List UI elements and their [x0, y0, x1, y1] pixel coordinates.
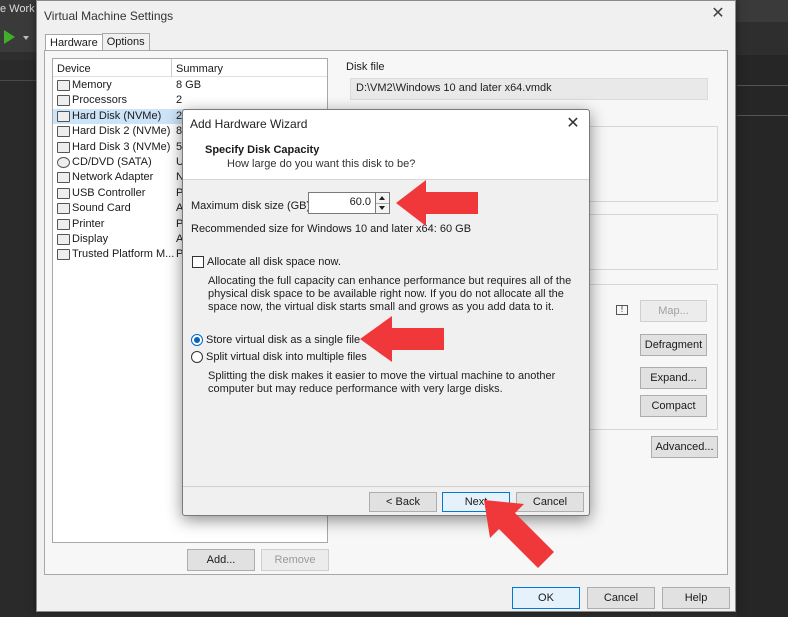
arrow-annotation-disk-size [396, 180, 478, 226]
usb-icon [57, 187, 70, 199]
summary-column-header[interactable]: Summary [176, 63, 223, 75]
allocate-all-checkbox[interactable] [192, 256, 204, 268]
multiple-files-radio[interactable] [191, 351, 203, 363]
back-button[interactable]: < Back [369, 492, 437, 512]
disk-file-label: Disk file [346, 61, 385, 73]
network-icon [57, 172, 70, 184]
hard-disk-icon [57, 110, 70, 122]
device-name: Network Adapter [72, 171, 154, 184]
device-name: Printer [72, 217, 105, 230]
background-left-panel [0, 60, 36, 617]
device-name: Hard Disk 2 (NVMe) [72, 125, 171, 138]
background-right-panel [737, 55, 788, 617]
compact-button[interactable]: Compact [640, 395, 707, 417]
background-app-title: e Work [0, 3, 35, 15]
close-icon[interactable]: ✕ [565, 113, 581, 133]
device-summary: 8 GB [176, 79, 202, 91]
device-name: Memory [72, 79, 112, 91]
single-file-label[interactable]: Store virtual disk as a single file [206, 334, 360, 346]
memory-icon [57, 80, 70, 91]
device-column-header[interactable]: Device [57, 63, 91, 75]
window-title: Virtual Machine Settings [44, 9, 174, 23]
cd-icon [57, 157, 70, 168]
speaker-icon [57, 203, 70, 215]
wizard-title: Add Hardware Wizard [190, 117, 308, 131]
wizard-divider [183, 486, 589, 487]
disk-size-spinner[interactable] [376, 192, 390, 214]
tab-bar: Hardware Options [45, 33, 150, 52]
device-name: Hard Disk (NVMe) [72, 109, 162, 122]
device-name: Display [72, 233, 109, 245]
hard-disk-icon [57, 141, 70, 153]
device-name: USB Controller [72, 186, 146, 199]
max-disk-size-input[interactable]: 60.0 [308, 192, 376, 214]
device-row-memory[interactable]: Memory 8 GB [53, 78, 327, 93]
advanced-button[interactable]: Advanced... [651, 436, 718, 458]
monitor-icon [57, 234, 70, 245]
expand-button[interactable]: Expand... [640, 367, 707, 389]
cancel-button[interactable]: Cancel [587, 587, 655, 609]
disk-file-path: D:\VM2\Windows 10 and later x64.vmdk [350, 78, 708, 100]
wizard-subheading: How large do you want this disk to be? [227, 158, 416, 170]
device-name: Sound Card [72, 202, 131, 215]
tpm-chip-icon [57, 249, 70, 261]
play-icon[interactable] [4, 30, 15, 44]
single-file-radio[interactable] [191, 334, 203, 346]
device-name: Processors [72, 94, 128, 107]
spin-down-icon[interactable] [379, 206, 385, 210]
map-button[interactable]: Map... [640, 300, 707, 322]
device-row-processors[interactable]: Processors 2 [53, 93, 327, 108]
max-disk-size-label: Maximum disk size (GB): [191, 200, 314, 212]
arrow-annotation-single-file [360, 316, 444, 362]
arrow-annotation-next [484, 500, 554, 568]
allocate-description: Allocating the full capacity can enhance… [208, 275, 572, 313]
split-description: Splitting the disk makes it easier to mo… [208, 370, 556, 395]
wizard-heading: Specify Disk Capacity [205, 144, 320, 156]
chevron-down-icon[interactable] [23, 36, 29, 40]
device-name: CD/DVD (SATA) [72, 156, 152, 168]
help-button[interactable]: Help [662, 587, 730, 609]
processor-icon [57, 95, 70, 107]
allocate-all-label[interactable]: Allocate all disk space now. [207, 256, 341, 268]
wizard-header: Add Hardware Wizard ✕ Specify Disk Capac… [183, 110, 589, 180]
device-summary: 2 [176, 94, 183, 107]
device-list-header: Device Summary [53, 59, 327, 77]
remove-button[interactable]: Remove [261, 549, 329, 571]
close-icon[interactable]: ✕ [709, 5, 727, 23]
device-name: Hard Disk 3 (NVMe) [72, 140, 171, 153]
ok-button[interactable]: OK [512, 587, 580, 609]
spin-up-icon[interactable] [379, 196, 385, 200]
printer-icon [57, 218, 70, 230]
multiple-files-label[interactable]: Split virtual disk into multiple files [206, 351, 367, 363]
hard-disk-icon [57, 126, 70, 138]
info-icon: ! [616, 305, 628, 315]
device-name: Trusted Platform M... [72, 248, 175, 261]
tab-options[interactable]: Options [101, 33, 150, 50]
defragment-button[interactable]: Defragment [640, 334, 707, 356]
add-button[interactable]: Add... [187, 549, 255, 571]
